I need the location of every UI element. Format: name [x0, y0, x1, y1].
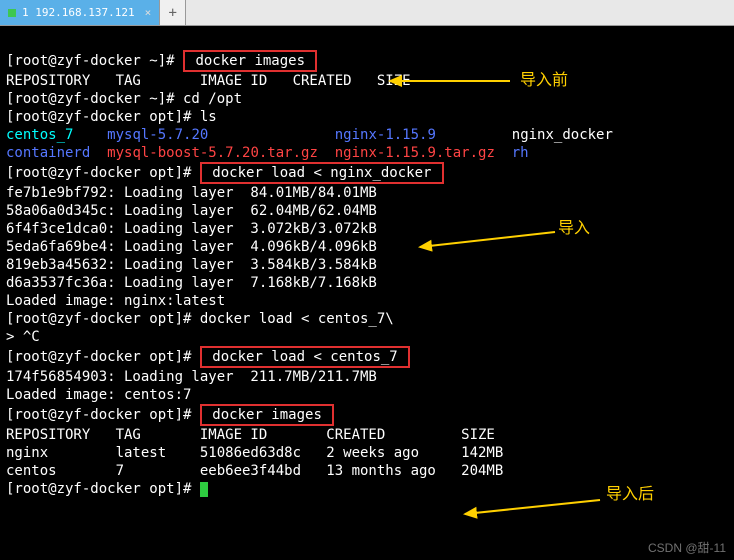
command-highlight: docker load < nginx_docker — [200, 162, 444, 184]
directory: rh — [512, 145, 529, 161]
output-header: REPOSITORY TAG IMAGE ID CREATED SIZE — [6, 73, 411, 89]
annotation-before: 导入前 — [520, 72, 568, 90]
command-highlight: docker load < centos_7 — [200, 346, 410, 368]
arrow-annotation-icon — [455, 492, 605, 522]
terminal[interactable]: [root@zyf-docker ~]# docker images REPOS… — [0, 26, 734, 560]
file: centos_7 — [6, 127, 73, 143]
output: fe7b1e9bf792: Loading layer 84.01MB/84.0… — [6, 185, 377, 201]
tab-label: 1 192.168.137.121 — [22, 6, 135, 19]
directory: mysql-5.7.20 — [107, 127, 208, 143]
output: d6a3537fc36a: Loading layer 7.168kB/7.16… — [6, 275, 377, 291]
output: Loaded image: nginx:latest — [6, 293, 225, 309]
prompt-line: [root@zyf-docker opt]# ls — [6, 109, 217, 125]
directory: nginx-1.15.9 — [335, 127, 436, 143]
prompt: [root@zyf-docker opt]# — [6, 165, 200, 181]
archive: nginx-1.15.9.tar.gz — [335, 145, 495, 161]
watermark: CSDN @甜-11 — [648, 539, 726, 556]
command-highlight: docker images — [200, 404, 334, 426]
prompt-line: [root@zyf-docker ~]# cd /opt — [6, 91, 242, 107]
directory: containerd — [6, 145, 90, 161]
tab-active[interactable]: 1 192.168.137.121 × — [0, 0, 160, 25]
prompt-line: > ^C — [6, 329, 40, 345]
prompt: [root@zyf-docker opt]# — [6, 407, 200, 423]
tab-bar: 1 192.168.137.121 × + — [0, 0, 734, 26]
table-row: nginx latest 51086ed63d8c 2 weeks ago 14… — [6, 445, 503, 461]
output: 819eb3a45632: Loading layer 3.584kB/3.58… — [6, 257, 377, 273]
cursor-icon — [200, 482, 208, 497]
output: 174f56854903: Loading layer 211.7MB/211.… — [6, 369, 377, 385]
close-icon[interactable]: × — [145, 6, 152, 19]
output: Loaded image: centos:7 — [6, 387, 191, 403]
prompt-line: [root@zyf-docker opt]# docker load < cen… — [6, 311, 394, 327]
prompt: [root@zyf-docker opt]# — [6, 349, 200, 365]
tab-status-dot — [8, 9, 16, 17]
output-header: REPOSITORY TAG IMAGE ID CREATED SIZE — [6, 427, 495, 443]
output: 5eda6fa69be4: Loading layer 4.096kB/4.09… — [6, 239, 377, 255]
arrow-annotation-icon — [410, 212, 560, 252]
output: 6f4f3ce1dca0: Loading layer 3.072kB/3.07… — [6, 221, 377, 237]
file: nginx_docker — [512, 127, 613, 143]
annotation-after: 导入后 — [606, 486, 654, 504]
annotation-import: 导入 — [558, 220, 590, 238]
command-highlight: docker images — [183, 50, 317, 72]
output: 58a06a0d345c: Loading layer 62.04MB/62.0… — [6, 203, 377, 219]
new-tab-button[interactable]: + — [160, 0, 186, 25]
table-row: centos 7 eeb6ee3f44bd 13 months ago 204M… — [6, 463, 503, 479]
prompt: [root@zyf-docker opt]# — [6, 481, 200, 497]
prompt: [root@zyf-docker ~]# — [6, 53, 183, 69]
archive: mysql-boost-5.7.20.tar.gz — [107, 145, 318, 161]
